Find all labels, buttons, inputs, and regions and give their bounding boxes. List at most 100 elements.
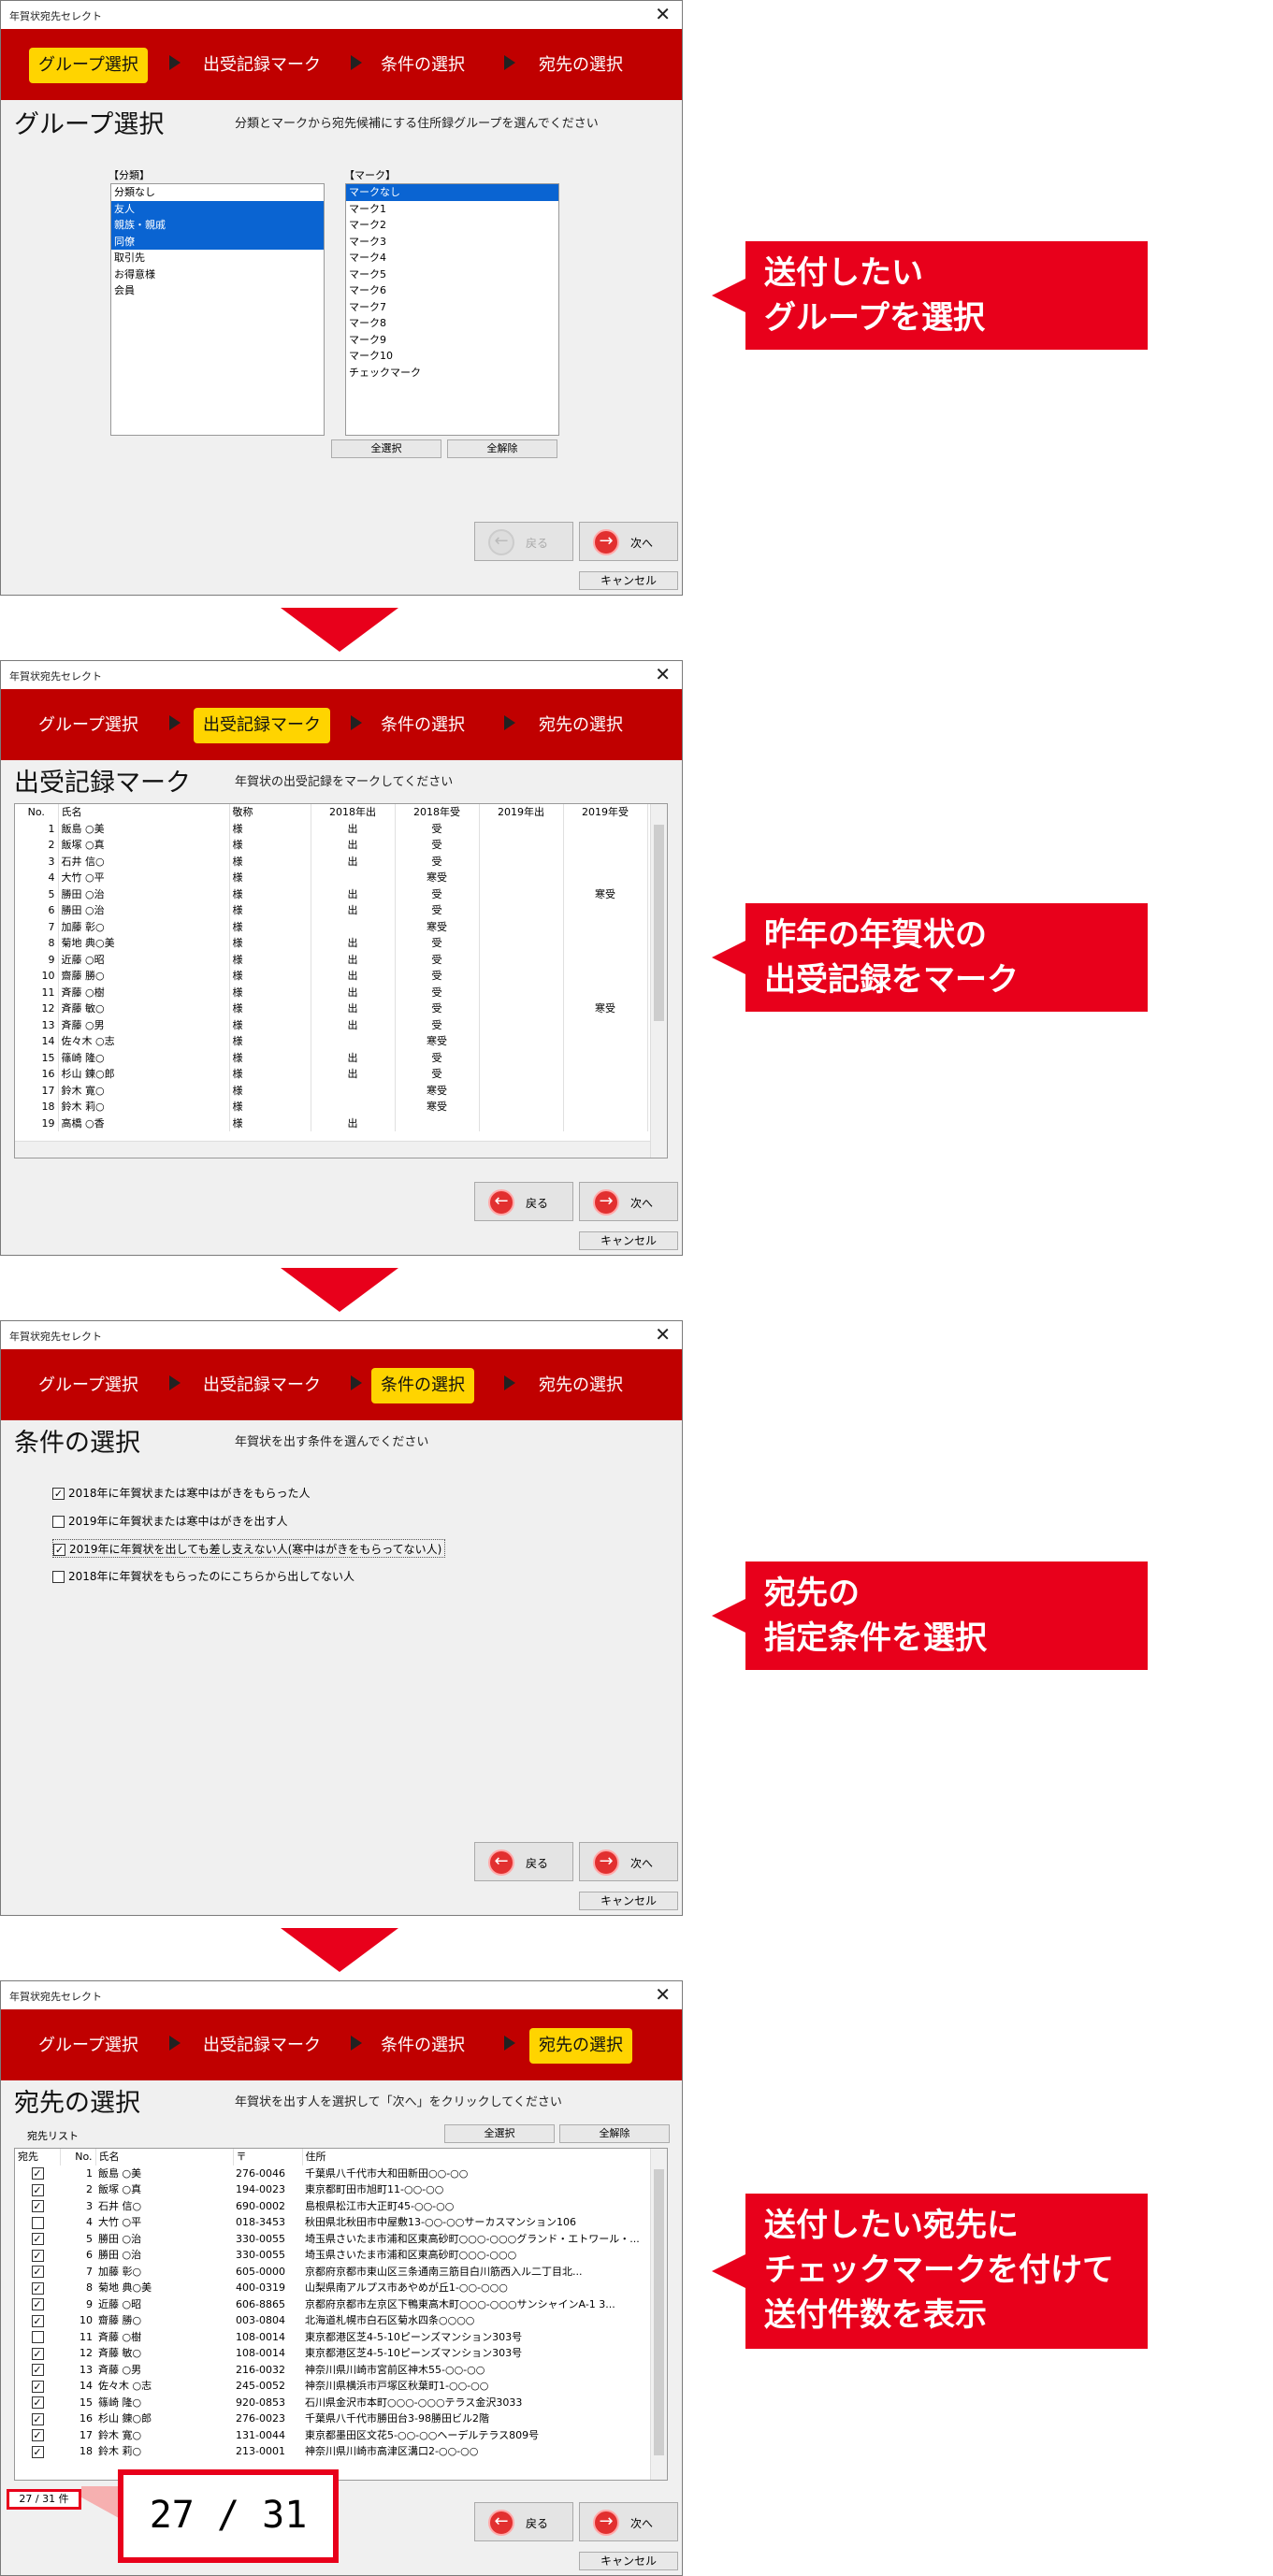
cancel-button[interactable]: キャンセル (579, 1231, 678, 1250)
mark-item[interactable]: マーク1 (346, 201, 558, 218)
deselect-all-button[interactable]: 全解除 (447, 439, 557, 458)
condition-row[interactable]: ✓ 2019年に年賀状を出しても差し支えない人(寒中はがきをもらってない人) (52, 1539, 446, 1558)
check-cell[interactable]: ✓ (15, 2264, 60, 2281)
table-row[interactable]: ✓ 12 斉藤 敏○ 108-0014 東京都港区芝4-5-10ピーンズマンション303… (15, 2345, 658, 2362)
row-checkbox[interactable]: ✓ (31, 2167, 44, 2180)
table-row[interactable]: 19 高橋 ○香様出 (15, 1115, 648, 1131)
condition-row[interactable]: 2019年に年賀状または寒中はがきを出す人 (52, 1512, 288, 1531)
table-row[interactable]: 16 杉山 錬○郎様出受 (15, 1066, 648, 1083)
mark-item[interactable]: マーク2 (346, 217, 558, 234)
check-cell[interactable]: ✓ (15, 2378, 60, 2395)
table-row[interactable]: ✓ 14 佐々木 ○志 245-0052 神奈川県横浜市戸塚区秋葉町1-○○-○○ (15, 2378, 658, 2395)
row-checkbox[interactable]: ✓ (31, 2183, 44, 2196)
class-item[interactable]: お得意様 (111, 266, 324, 283)
class-item[interactable]: 友人 (111, 200, 324, 217)
cancel-button[interactable]: キャンセル (579, 2552, 678, 2570)
back-button[interactable]: ← 戻る (474, 522, 573, 561)
condition-checkbox[interactable]: ✓ (52, 1488, 65, 1500)
row-checkbox[interactable]: ✓ (31, 2314, 44, 2327)
table-row[interactable]: 11 斉藤 ○樹様出受 (15, 984, 648, 1000)
back-button[interactable]: ← 戻る (474, 1182, 573, 1221)
back-button[interactable]: ← 戻る (474, 2502, 573, 2541)
table-row[interactable]: 4 大竹 ○平 018-3453 秋田県北秋田市中屋敷13-○○-○○サーカスマンショ… (15, 2214, 658, 2231)
close-button[interactable]: ✕ (655, 1324, 671, 1345)
row-checkbox[interactable]: ✓ (31, 2429, 44, 2441)
mark-item[interactable]: マーク10 (346, 348, 558, 365)
condition-row[interactable]: ✓ 2018年に年賀状または寒中はがきをもらった人 (52, 1484, 311, 1503)
table-row[interactable]: 15 篠崎 隆○ 様出受 (15, 1049, 648, 1066)
row-checkbox[interactable]: ✓ (31, 2233, 44, 2245)
check-cell[interactable]: ✓ (15, 2166, 60, 2182)
mark-item[interactable]: マーク6 (346, 282, 558, 299)
table-row[interactable]: ✓ 9 近藤 ○昭 606-8865 京都府京都市左京区下鴨東高木町○○○-○○○サンシ… (15, 2296, 658, 2313)
record-grid[interactable]: No. 氏名 敬称 2018年出 2018年受 2019年出 2019年受 1 飯島 ○美様出受… (14, 803, 668, 1158)
check-cell[interactable]: ✓ (15, 2231, 60, 2248)
class-listbox[interactable]: 分類なし 友人 親族・親戚 同僚 取引先 お得意様 会員 (110, 183, 325, 436)
check-cell[interactable]: ✓ (15, 2198, 60, 2215)
mark-item[interactable]: マーク7 (346, 299, 558, 316)
next-button[interactable]: → 次へ (579, 1182, 678, 1221)
check-cell[interactable]: ✓ (15, 2345, 60, 2362)
row-checkbox[interactable]: ✓ (31, 2347, 44, 2360)
table-row[interactable]: ✓ 7 加藤 彰○ 605-0000 京都府京都市東山区三条通南三筋目白川筋西入ル二丁目… (15, 2264, 658, 2281)
table-row[interactable]: 1 飯島 ○美様出受 (15, 820, 648, 837)
back-button[interactable]: ← 戻る (474, 1842, 573, 1881)
condition-checkbox[interactable] (52, 1515, 65, 1528)
scroll-thumb[interactable] (654, 825, 664, 1021)
mark-item[interactable]: マーク5 (346, 266, 558, 283)
check-cell[interactable]: ✓ (15, 2411, 60, 2427)
table-row[interactable]: 18 鈴木 莉○ 様 寒受 (15, 1099, 648, 1115)
table-row[interactable]: ✓ 5 勝田 ○治 330-0055 埼玉県さいたま市浦和区東高砂町○○○-○○○グラン… (15, 2231, 658, 2248)
check-cell[interactable]: ✓ (15, 2280, 60, 2296)
table-row[interactable]: 17 鈴木 寛○ 様 寒受 (15, 1082, 648, 1099)
table-row[interactable]: 10 齋藤 勝○ 様出受 (15, 968, 648, 985)
cancel-button[interactable]: キャンセル (579, 571, 678, 590)
row-checkbox[interactable]: ✓ (31, 2412, 44, 2425)
cancel-button[interactable]: キャンセル (579, 1892, 678, 1910)
check-cell[interactable]: ✓ (15, 2296, 60, 2313)
vertical-scrollbar[interactable] (650, 804, 667, 1158)
vertical-scrollbar[interactable] (650, 2149, 667, 2480)
table-row[interactable]: ✓ 8 菊地 典○美 400-0319 山梨県南アルプス市あやめが丘1-○○-○○○ (15, 2280, 658, 2296)
table-row[interactable]: ✓ 15 篠崎 隆○ 920-0853 石川県金沢市本町○○○-○○○テラス金沢3033 (15, 2395, 658, 2411)
check-cell[interactable]: ✓ (15, 2181, 60, 2198)
row-checkbox[interactable] (31, 2216, 44, 2229)
table-row[interactable]: ✓ 2 飯塚 ○真 194-0023 東京都町田市旭町11-○○-○○ (15, 2181, 658, 2198)
row-checkbox[interactable]: ✓ (31, 2364, 44, 2376)
row-checkbox[interactable]: ✓ (31, 2298, 44, 2310)
table-row[interactable]: 3 石井 信○ 様出受 (15, 853, 648, 870)
horizontal-scrollbar[interactable] (15, 1141, 650, 1158)
mark-item[interactable]: マーク4 (346, 250, 558, 266)
table-row[interactable]: ✓ 16 杉山 錬○郎 276-0023 千葉県八千代市勝田台3-98勝田ビル2階 (15, 2411, 658, 2427)
table-row[interactable]: 9 近藤 ○昭様出受 (15, 951, 648, 968)
mark-listbox[interactable]: マークなし マーク1 マーク2 マーク3 マーク4 マーク5 マーク6 マーク7 マーク8 マーク… (345, 183, 559, 436)
row-checkbox[interactable]: ✓ (31, 2266, 44, 2278)
class-item[interactable]: 親族・親戚 (111, 217, 324, 234)
mark-item[interactable]: マーク3 (346, 234, 558, 251)
table-row[interactable]: 6 勝田 ○治様出受 (15, 902, 648, 919)
mark-item[interactable]: チェックマーク (346, 365, 558, 381)
condition-checkbox[interactable]: ✓ (53, 1544, 65, 1556)
table-row[interactable]: 14 佐々木 ○志様 寒受 (15, 1033, 648, 1050)
check-cell[interactable]: ✓ (15, 2427, 60, 2444)
select-all-button[interactable]: 全選択 (444, 2124, 555, 2143)
check-cell[interactable] (15, 2214, 60, 2231)
row-checkbox[interactable] (31, 2331, 44, 2343)
check-cell[interactable]: ✓ (15, 2395, 60, 2411)
check-cell[interactable]: ✓ (15, 2312, 60, 2329)
mark-item[interactable]: マーク9 (346, 332, 558, 349)
class-item[interactable]: 会員 (111, 282, 324, 299)
check-cell[interactable]: ✓ (15, 2247, 60, 2264)
table-row[interactable]: 13 斉藤 ○男様出受 (15, 1016, 648, 1033)
table-row[interactable]: ✓ 13 斉藤 ○男 216-0032 神奈川県川崎市宮前区神木55-○○-○○ (15, 2362, 658, 2379)
row-checkbox[interactable]: ✓ (31, 2445, 44, 2458)
table-row[interactable]: 2 飯塚 ○真様出受 (15, 837, 648, 854)
row-checkbox[interactable]: ✓ (31, 2396, 44, 2409)
select-all-button[interactable]: 全選択 (331, 439, 441, 458)
check-cell[interactable]: ✓ (15, 2362, 60, 2379)
row-checkbox[interactable]: ✓ (31, 2281, 44, 2295)
scroll-thumb[interactable] (654, 2169, 664, 2455)
table-row[interactable]: ✓ 6 勝田 ○治 330-0055 埼玉県さいたま市浦和区東高砂町○○○-○○○ (15, 2247, 658, 2264)
check-cell[interactable] (15, 2329, 60, 2346)
row-checkbox[interactable]: ✓ (31, 2200, 44, 2212)
